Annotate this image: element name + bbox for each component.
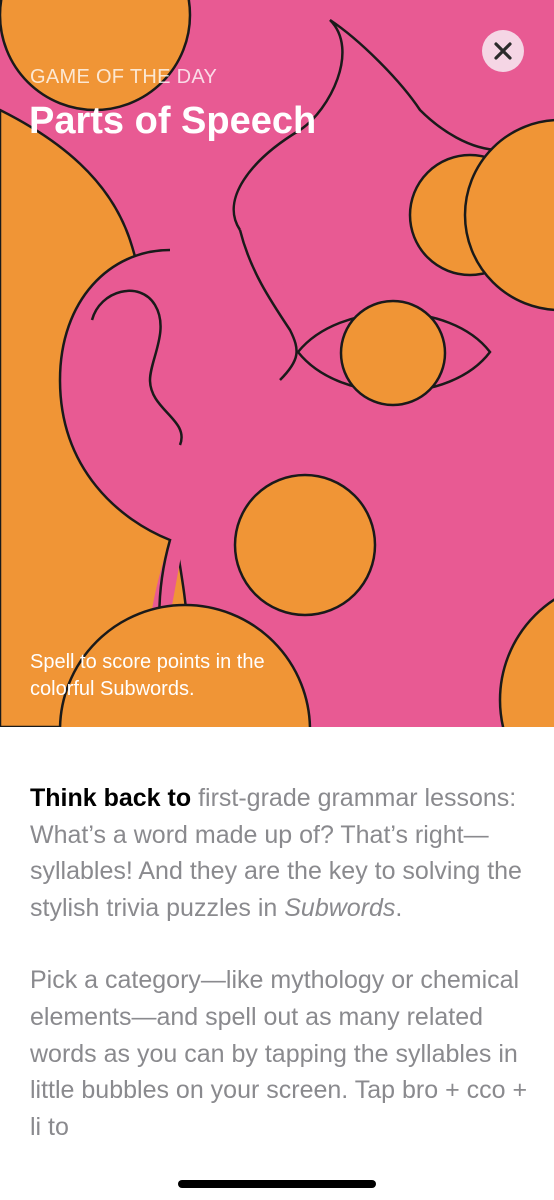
article-paragraph: Think back to first-grade grammar lesson… (30, 780, 530, 926)
story-article: Think back to first-grade grammar lesson… (30, 780, 530, 1181)
hero-illustration: GAME OF THE DAY Parts of Speech Spell to… (0, 0, 554, 727)
story-title: Parts of Speech (29, 100, 317, 142)
close-button[interactable] (482, 30, 524, 72)
app-story-screen: GAME OF THE DAY Parts of Speech Spell to… (0, 0, 554, 1200)
eyebrow-label: GAME OF THE DAY (30, 66, 218, 88)
home-indicator[interactable] (178, 1180, 376, 1188)
article-paragraph: Pick a category—like mythology or chemic… (30, 966, 528, 1141)
close-icon (494, 42, 512, 60)
story-subtitle: Spell to score points in the colorful Su… (30, 651, 265, 700)
eye-pupil (339, 299, 447, 407)
paragraph-lead: Think back to (30, 784, 192, 812)
paragraph-end: . (395, 893, 403, 922)
app-name-emphasis: Subwords (284, 893, 396, 922)
middle-circle (233, 473, 377, 617)
